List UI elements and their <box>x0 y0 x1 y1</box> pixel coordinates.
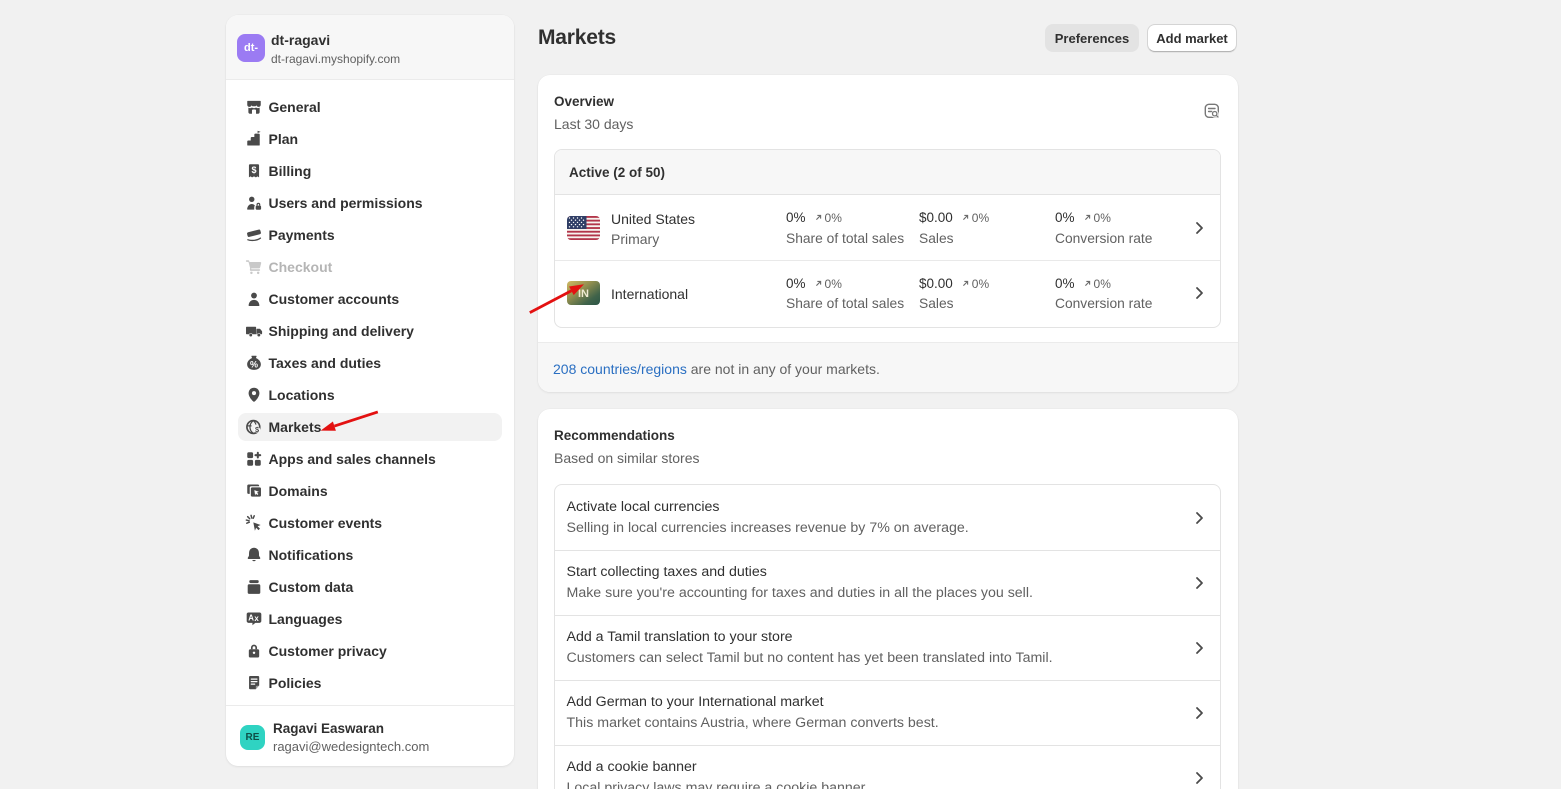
svg-text:IN: IN <box>578 288 589 300</box>
svg-text:%: % <box>249 359 257 369</box>
svg-text:A: A <box>248 614 254 623</box>
svg-text:x: x <box>254 614 259 623</box>
svg-text:$: $ <box>251 165 256 175</box>
